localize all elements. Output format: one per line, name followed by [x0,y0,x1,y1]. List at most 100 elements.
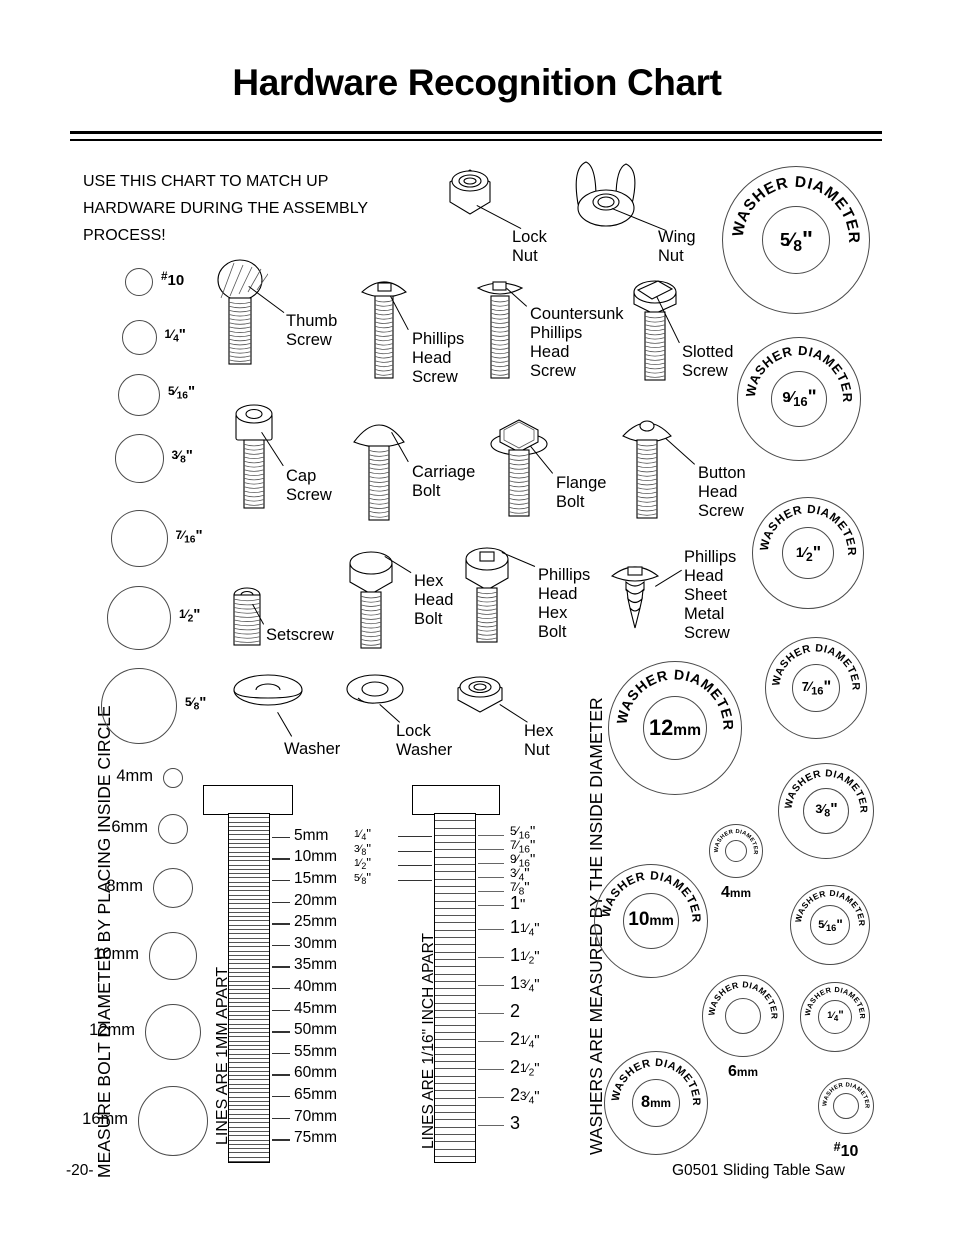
hardware-recognition-page: Hardware Recognition Chart USE THIS CHAR… [0,0,954,1235]
fastener-label-slotted-screw: Slotted Screw [682,343,734,380]
inch-ruler-tick-right [478,1097,504,1099]
bolt-circle-38 [114,434,164,483]
phillips-head-sheet-metal-screw-icon [608,556,662,650]
inch-ruler-tick-left [398,836,432,838]
fastener-label-wing-nut: Wing Nut [658,228,696,265]
washer-9-16: WASHER DIAMETER 9⁄16" [737,337,861,461]
button-head-screw-icon [620,406,674,522]
bolt-circle-10mm [149,932,197,980]
inch-ruler-tick-label-right: 11⁄4" [510,917,540,939]
fastener-label-lock-nut: Lock Nut [512,228,547,265]
inch-ruler-tick-label-right: 2 [510,1001,521,1021]
washer-12mm: WASHER DIAMETER 12mm [608,661,742,795]
bolt-circle-label: #10 [161,270,185,289]
fastener-label-lock-washer: Lock Washer [396,722,453,759]
mm-ruler-tick [272,987,290,990]
mm-ruler-caption: LINES ARE 1MM APART [214,966,231,1145]
washer-ring-text: WASHER DIAMETER [714,829,758,855]
inch-ruler-tick-label-right: 3 [510,1113,521,1133]
mm-ruler-shank [228,813,270,1163]
bolt-circle-label: 1⁄4" [164,325,186,344]
mm-ruler-tick-label: 25mm [294,913,338,931]
slotted-screw-icon [628,272,682,382]
fastener-label-phillips-head-screw: Phillips Head Screw [412,330,465,386]
mm-ruler-tick-label: 40mm [294,977,338,995]
mm-ruler-tick-label: 60mm [294,1064,338,1082]
header-rule-thin [70,139,882,141]
phillips-head-screw-icon [358,270,410,382]
thumb-screw-icon [214,258,271,368]
lock-washer-icon [344,672,406,714]
svg-text:WASHER DIAMETER: WASHER DIAMETER [706,979,779,1019]
washer-6mm: WASHER DIAMETER [702,975,784,1057]
inch-ruler-tick-right [478,877,504,879]
bolt-circle-label: 16mm [82,1110,128,1128]
bolt-circle-label: 4mm [116,767,153,785]
inch-ruler-tick-right [478,1041,504,1043]
intro-text: USE THIS CHART TO MATCH UP HARDWARE DURI… [83,173,369,244]
mm-ruler-tick-label: 70mm [294,1107,338,1125]
inch-ruler-tick-right [478,1125,504,1127]
fastener-label-button-head-screw: Button Head Screw [698,464,746,520]
mm-ruler-tick-label: 20mm [294,891,338,909]
bolt-circle-58 [101,668,177,744]
mm-ruler-tick-label: 35mm [294,956,338,974]
mm-ruler-tick [272,966,290,968]
bolt-circle-label: 5⁄8" [185,694,206,713]
bolt-circle-label: 7⁄16" [175,526,203,545]
washer-size-value: 8mm [641,1092,671,1111]
washer-size-value: 12mm [648,714,702,740]
washer-size-value: 10mm [628,909,674,931]
mm-ruler-tick [272,944,290,947]
mm-ruler-tick-label: 5mm [294,826,329,844]
mm-ruler-tick-label: 55mm [294,1042,338,1060]
washer-icon [232,672,304,714]
mm-ruler-tick-label: 30mm [294,934,338,952]
svg-text:WASHER DIAMETER: WASHER DIAMETER [822,1082,869,1109]
mm-ruler-tick [272,1117,290,1119]
bolt-circle-10 [125,268,153,296]
inch-ruler-tick-label-right: 11⁄2" [510,945,540,967]
washer-size-value: 7⁄16" [801,677,831,698]
inch-ruler-tick-left [398,850,432,852]
bolt-circle-8mm [153,868,193,908]
mm-ruler-head [203,785,293,815]
inch-ruler-tick-right [478,1069,504,1071]
leader-line [277,712,292,737]
inch-ruler-caption: LINES ARE 1/16" INCH APART [420,933,437,1149]
washer-1-2: WASHER DIAMETER 1⁄2" [752,497,864,609]
inch-ruler-tick-left [398,865,432,867]
mm-ruler-tick [272,1074,290,1076]
bolt-circle-label: 6mm [111,818,148,836]
inch-ruler-tick-right [478,957,504,959]
inch-ruler-tick-label-right: 23⁄4" [510,1085,540,1107]
washer-size-value: 1⁄4" [827,1009,844,1023]
footer-page-number: -20- [66,1162,94,1179]
inch-ruler-tick-label-right: 21⁄2" [510,1057,540,1079]
washer-caption: 6mm [728,1063,758,1080]
countersunk-phillips-head-screw-icon [476,272,524,382]
bolt-circle-label: 1⁄2" [179,606,200,625]
washer-size-value: 3⁄8" [815,801,837,820]
mm-ruler-tick [272,1009,290,1011]
washer-10: WASHER DIAMETER [818,1078,874,1134]
washer-3-8: WASHER DIAMETER 3⁄8" [778,763,874,859]
fastener-label-countersunk-phillips-head-screw: Countersunk Phillips Head Screw [530,305,624,380]
mm-ruler-tick-label: 65mm [294,1085,338,1103]
fastener-label-carriage-bolt: Carriage Bolt [412,463,476,500]
mm-ruler-tick-label: 15mm [294,869,338,887]
bolt-circle-label: 8mm [106,877,143,895]
bolt-circle-516 [118,374,160,416]
washer-size-value: 1⁄2" [795,542,821,564]
inch-ruler-tick-right [478,929,504,931]
washer-ring-text: WASHER DIAMETER [706,979,779,1019]
inch-ruler-tick-right [478,905,504,907]
inch-ruler-shank [434,813,476,1163]
footer-model-name: G0501 Sliding Table Saw [672,1162,845,1179]
fastener-label-setscrew: Setscrew [266,626,334,644]
washer-caption: 4mm [721,884,751,901]
fastener-label-phillips-head-sheet-metal-screw: Phillips Head Sheet Metal Screw [684,548,737,642]
inch-ruler-tick-right [478,1013,504,1015]
inch-ruler-tick-label-left: 5⁄8" [354,869,371,886]
bolt-circle-12mm [145,1004,201,1060]
